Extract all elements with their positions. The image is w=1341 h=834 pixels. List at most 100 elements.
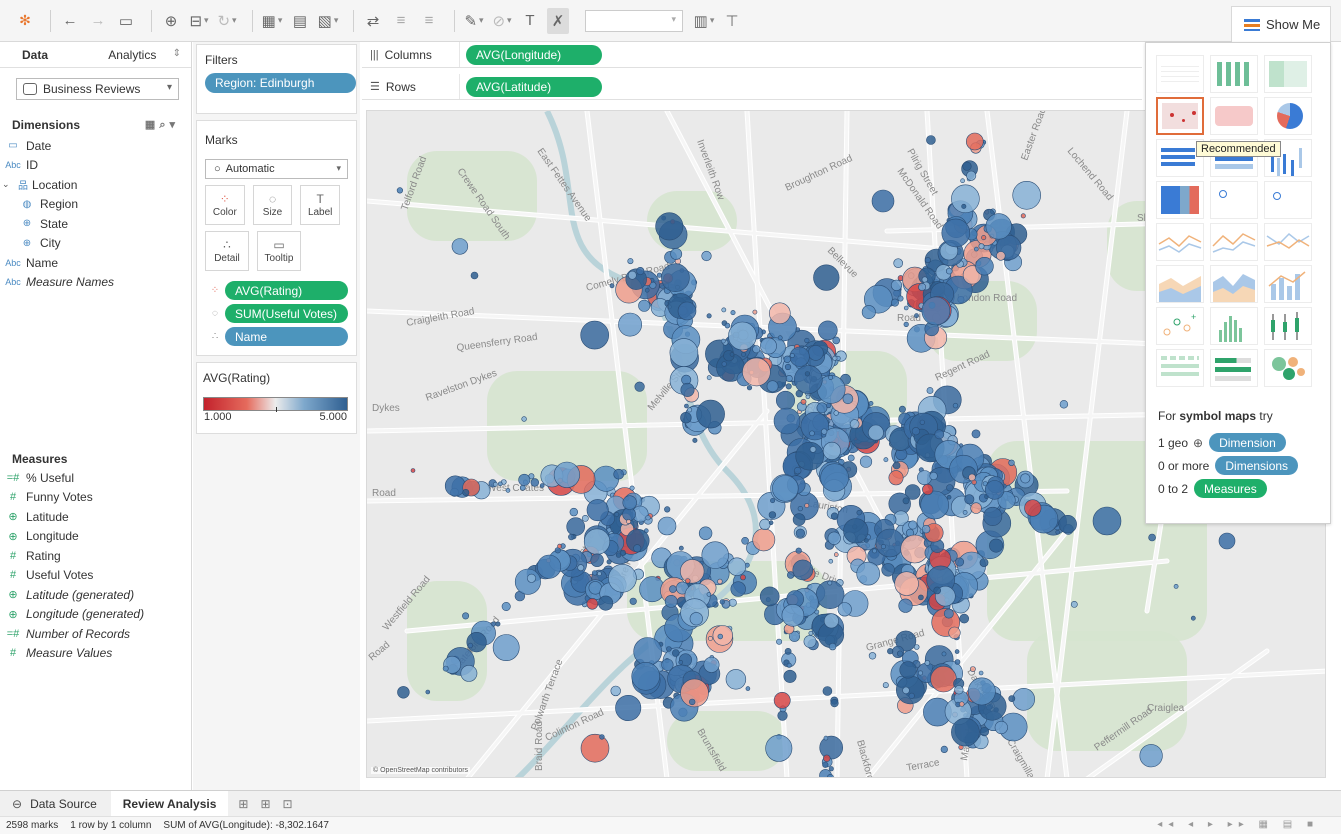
map-mark-circle[interactable]: [984, 480, 1005, 500]
chart-type-bullet-graph[interactable]: [1210, 349, 1258, 387]
new-dashboard-icon[interactable]: ⊞: [260, 797, 270, 811]
map-mark-circle[interactable]: [1148, 533, 1156, 542]
chart-type-text-table[interactable]: [1156, 55, 1204, 93]
chart-type-gantt[interactable]: [1156, 349, 1204, 387]
tooltip-button[interactable]: ▭ Tooltip: [257, 231, 301, 271]
map-mark-circle[interactable]: [728, 598, 737, 607]
redo-icon[interactable]: →: [87, 8, 109, 34]
map-mark-circle[interactable]: [768, 302, 791, 325]
refresh-icon[interactable]: ↻: [216, 8, 238, 34]
map-mark-circle[interactable]: [819, 735, 844, 760]
map-mark-circle[interactable]: [996, 251, 1006, 261]
map-mark-circle[interactable]: [832, 355, 838, 361]
map-mark-circle[interactable]: [890, 279, 903, 291]
map-mark-circle[interactable]: [777, 710, 788, 721]
map-mark-circle[interactable]: [973, 246, 979, 252]
chart-type-dual-lines[interactable]: [1264, 223, 1312, 261]
new-datasource-icon[interactable]: ⊕: [160, 8, 182, 34]
map-mark-circle[interactable]: [707, 636, 713, 641]
map-mark-circle[interactable]: [599, 734, 605, 740]
map-mark-circle[interactable]: [1059, 400, 1069, 409]
map-mark-circle[interactable]: [843, 518, 869, 544]
map-mark-circle[interactable]: [828, 375, 833, 380]
map-mark-circle[interactable]: [664, 506, 671, 513]
map-mark-circle[interactable]: [514, 568, 541, 595]
columns-shelf[interactable]: ||| Columns AVG(Longitude): [362, 42, 1142, 68]
map-mark-circle[interactable]: [645, 515, 651, 521]
map-mark-circle[interactable]: [918, 283, 926, 291]
map-mark-circle[interactable]: [644, 287, 650, 293]
measure-field[interactable]: # Measure Values: [0, 644, 191, 664]
dimension-field[interactable]: ⊕ City: [0, 234, 191, 254]
map-mark-circle[interactable]: [922, 483, 934, 496]
map-mark-circle[interactable]: [800, 398, 807, 405]
chart-type-highlight-table[interactable]: [1264, 55, 1312, 93]
pause-updates-icon[interactable]: ⊟: [188, 8, 210, 34]
mark-field-sum-useful-votes[interactable]: SUM(Useful Votes): [225, 304, 348, 323]
map-mark-circle[interactable]: [773, 692, 791, 709]
map-mark-circle[interactable]: [680, 412, 692, 424]
map-mark-circle[interactable]: [898, 598, 913, 613]
map-mark-circle[interactable]: [553, 461, 580, 488]
map-mark-circle[interactable]: [827, 580, 833, 586]
map-mark-circle[interactable]: [669, 585, 677, 593]
map-mark-circle[interactable]: [720, 338, 726, 344]
measure-field[interactable]: ⊕ Latitude (generated): [0, 585, 191, 605]
map-mark-circle[interactable]: [822, 441, 841, 460]
fit-dropdown[interactable]: [585, 9, 683, 32]
chart-type-lines-continuous[interactable]: [1156, 223, 1204, 261]
size-button[interactable]: ◌ Size: [252, 185, 293, 225]
chart-type-dual-combination[interactable]: [1264, 265, 1312, 303]
show-me-button[interactable]: Show Me: [1231, 6, 1331, 42]
map-mark-circle[interactable]: [661, 263, 690, 292]
map-mark-circle[interactable]: [724, 322, 731, 329]
presentation-mode-icon[interactable]: ⊤: [721, 8, 743, 34]
map-mark-circle[interactable]: [657, 516, 677, 536]
map-mark-circle[interactable]: [959, 613, 970, 624]
map-mark-circle[interactable]: [979, 558, 989, 567]
map-mark-circle[interactable]: [926, 135, 936, 145]
map-mark-circle[interactable]: [1218, 532, 1236, 550]
map-mark-circle[interactable]: [809, 446, 817, 453]
map-mark-circle[interactable]: [593, 465, 620, 492]
color-legend-card[interactable]: AVG(Rating) 1.000 5.000: [196, 362, 357, 434]
map-mark-circle[interactable]: [759, 518, 771, 531]
map-mark-circle[interactable]: [741, 536, 749, 545]
map-mark-circle[interactable]: [785, 374, 793, 382]
map-mark-circle[interactable]: [606, 559, 612, 565]
map-mark-circle[interactable]: [425, 689, 431, 695]
map-mark-circle[interactable]: [895, 675, 925, 705]
map-mark-circle[interactable]: [930, 665, 957, 693]
map-mark-circle[interactable]: [795, 547, 802, 554]
new-story-icon[interactable]: ⊡: [283, 797, 293, 811]
tab-data[interactable]: Data: [0, 42, 87, 67]
map-mark-circle[interactable]: [804, 503, 810, 508]
map-mark-circle[interactable]: [823, 735, 829, 741]
map-mark-circle[interactable]: [917, 670, 923, 676]
chart-type-side-by-side-circles[interactable]: [1264, 181, 1312, 219]
map-mark-circle[interactable]: [580, 733, 610, 763]
map-mark-circle[interactable]: [1012, 687, 1036, 711]
map-mark-circle[interactable]: [622, 495, 637, 510]
map-mark-circle[interactable]: [975, 257, 994, 276]
measure-field[interactable]: # Useful Votes: [0, 566, 191, 586]
chart-type-box-whisker[interactable]: [1264, 307, 1312, 345]
map-mark-circle[interactable]: [872, 548, 877, 554]
map-mark-circle[interactable]: [943, 608, 954, 619]
map-mark-circle[interactable]: [706, 313, 712, 319]
map-mark-circle[interactable]: [678, 545, 684, 551]
map-mark-circle[interactable]: [827, 774, 834, 778]
map-mark-circle[interactable]: [965, 132, 984, 151]
map-mark-circle[interactable]: [856, 509, 862, 516]
map-mark-circle[interactable]: [613, 468, 624, 480]
map-mark-circle[interactable]: [462, 488, 470, 496]
map-mark-circle[interactable]: [823, 754, 831, 762]
dimension-field[interactable]: ⊕ State: [0, 214, 191, 234]
dimensions-tools-icon[interactable]: ▦⌕▾: [145, 118, 179, 132]
chart-type-area-discrete[interactable]: [1210, 265, 1258, 303]
duplicate-sheet-icon[interactable]: ▤: [289, 8, 311, 34]
map-mark-circle[interactable]: [822, 761, 829, 768]
map-mark-circle[interactable]: [730, 310, 736, 316]
chart-type-circle-views[interactable]: [1210, 181, 1258, 219]
map-mark-circle[interactable]: [597, 571, 602, 577]
